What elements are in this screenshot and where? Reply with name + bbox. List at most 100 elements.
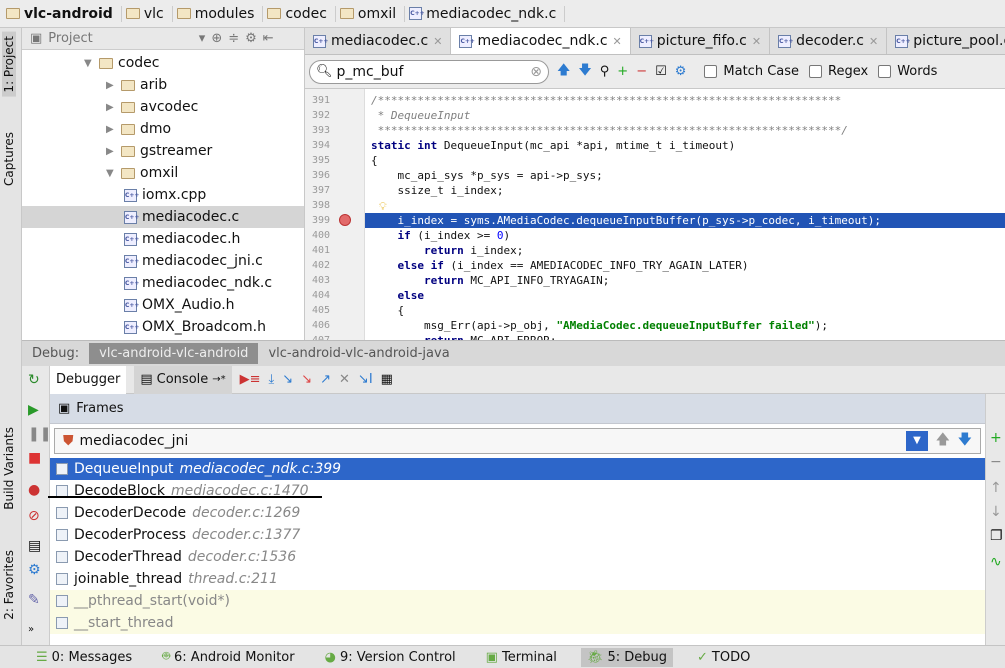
settings-icon[interactable]: ⚙ [675,64,687,79]
tab-console[interactable]: ▤ Console →* [134,365,232,394]
project-title[interactable]: Project [48,31,92,46]
checkbox[interactable] [704,65,718,78]
up-icon[interactable]: ↑ [990,480,1002,496]
code-line[interactable]: { [365,303,1005,318]
collapsed-arrow-icon[interactable]: ▶ [106,102,116,113]
frame-row[interactable]: DequeueInput mediacodec_ndk.c:399 [50,458,985,480]
breadcrumb-item[interactable]: codec [267,5,336,22]
debug-config-tab[interactable]: vlc-android-vlc-android [89,343,259,364]
step-into-icon[interactable]: ↘ [282,372,293,387]
step-out-icon[interactable]: ↗ [320,372,331,387]
next-occurrence-icon[interactable]: 🡇 [578,61,591,83]
run-to-cursor-icon[interactable]: ↘I [358,372,373,387]
code-line[interactable]: if (i_index >= 0) [365,228,1005,243]
copy-icon[interactable]: ❐ [990,528,1003,544]
tree-item[interactable]: ▼ codec [22,52,304,74]
resume-icon[interactable]: ▶ [28,402,39,418]
breadcrumb-item[interactable]: vlc [125,5,173,22]
evaluate-expression-icon[interactable]: ▦ [381,372,393,387]
editor-tab[interactable]: C++ decoder.c ✕ [770,28,888,54]
tree-item[interactable]: ▶ avcodec [22,96,304,118]
next-frame-icon[interactable]: 🡇 [958,429,972,453]
breakpoint-icon[interactable] [339,214,351,226]
editor-tab[interactable]: C++ picture_fifo.c ✕ [631,28,771,54]
code-line[interactable]: else if (i_index == AMEDIACODEC_INFO_TRY… [365,258,1005,273]
pause-icon[interactable]: ❚❚ [28,426,51,442]
close-icon[interactable]: ✕ [433,35,442,48]
tool-window-button[interactable]: 🤖︎ 6: Android Monitor [156,646,300,668]
clear-icon[interactable]: ⊗ [530,64,542,80]
drop-frame-icon[interactable]: ✕ [339,372,350,387]
tree-item[interactable]: ▶ gstreamer [22,140,304,162]
line-gutter[interactable]: 391 392 393 394 395 396 397 398 399 400 401 402 403 4… [305,89,365,340]
frame-row[interactable]: __pthread_start(void*) [50,590,985,612]
tree-item[interactable]: C++ mediacodec_ndk.c [22,272,304,294]
code-line[interactable]: static int DequeueInput(mc_api *api, mti… [365,138,1005,153]
debug-config-tab[interactable]: vlc-android-vlc-android-java [258,343,459,364]
previous-occurrence-icon[interactable]: 🡅 [557,61,570,83]
collapsed-arrow-icon[interactable]: ▶ [106,146,116,157]
find-option-checkbox[interactable]: Words [878,64,937,79]
more-icon[interactable]: » [28,624,34,635]
remove-icon[interactable]: − [990,454,1002,470]
code-line[interactable]: return MC_API_ERROR; [365,333,1005,340]
tool-tab-build-variants[interactable]: Build Variants [2,423,16,514]
down-icon[interactable]: ↓ [990,504,1002,520]
breadcrumb-item[interactable]: modules [176,5,264,22]
code-line[interactable]: return MC_API_INFO_TRYAGAIN; [365,273,1005,288]
stop-icon[interactable]: ■ [28,450,41,466]
code-line[interactable]: mc_api_sys *p_sys = api->p_sys; [365,168,1005,183]
collapsed-arrow-icon[interactable]: ▶ [106,124,116,135]
settings-icon[interactable]: ⚙ [28,562,41,578]
code-line[interactable]: * DequeueInput [365,108,1005,123]
code-editor[interactable]: 391 392 393 394 395 396 397 398 399 400 401 402 403 4… [305,89,1005,340]
collapse-all-icon[interactable]: ≑ [228,31,239,46]
frame-row[interactable]: __start_thread [50,612,985,634]
code-line[interactable]: ssize_t i_index; [365,183,1005,198]
remove-occurrence-icon[interactable]: − [636,64,647,79]
code-line[interactable]: msg_Err(api->p_obj, "AMediaCodec.dequeue… [365,318,1005,333]
frame-row[interactable]: joinable_thread thread.c:211 [50,568,985,590]
tool-tab-captures[interactable]: Captures [2,128,16,190]
tree-item[interactable]: C++ OMX_Audio.h [22,294,304,316]
breadcrumb-item[interactable]: vlc-android [6,5,122,22]
add-occurrence-icon[interactable]: + [617,64,628,79]
tab-debugger[interactable]: Debugger [50,365,127,394]
watches-icon[interactable]: ∿ [990,554,1002,570]
editor-tab[interactable]: C++ picture_pool.c [887,28,1005,54]
show-execution-point-icon[interactable]: ▶≡ [240,372,261,387]
tree-item[interactable]: C++ OMX_Broadcom.h [22,316,304,338]
select-all-occurrences-icon[interactable]: ☑ [655,64,667,79]
code-line[interactable]: i_index = syms.AMediaCodec.dequeueInputB… [365,213,1005,228]
tree-item[interactable]: ▶ dmo [22,118,304,140]
checkbox[interactable] [809,65,823,78]
scroll-from-source-icon[interactable]: ⊕ [211,31,222,46]
collapsed-arrow-icon[interactable]: ▶ [106,80,116,91]
tool-window-button[interactable]: ☰ 0: Messages [30,648,138,667]
tool-window-button[interactable]: 🐞︎ 5: Debug [580,647,673,667]
frame-row[interactable]: DecoderDecode decoder.c:1269 [50,502,985,524]
restore-layout-icon[interactable]: ▤ [28,538,41,554]
frame-row[interactable]: DecoderThread decoder.c:1536 [50,546,985,568]
thread-selector[interactable]: ⛊ mediacodec_jni ▼ 🡅 🡇 [54,428,981,454]
code-line[interactable]: /***************************************… [365,93,1005,108]
frame-row[interactable]: DecodeBlock mediacodec.c:1470 [50,480,985,502]
step-over-icon[interactable]: ⤓ [269,372,275,387]
close-icon[interactable]: ✕ [869,35,878,48]
tool-tab-project[interactable]: 1: Project [2,32,16,97]
close-icon[interactable]: ✕ [613,35,622,48]
code-line[interactable]: ****************************************… [365,123,1005,138]
code-line[interactable]: { [365,153,1005,168]
tree-item[interactable]: C++ mediacodec.c [22,206,304,228]
chevron-down-icon[interactable]: ▼ [906,431,928,451]
tree-item[interactable]: ▼ omxil [22,162,304,184]
close-icon[interactable]: ✕ [752,35,761,48]
expanded-arrow-icon[interactable]: ▼ [106,168,116,179]
pin-icon[interactable]: ✎ [28,592,40,608]
frame-row[interactable]: DecoderProcess decoder.c:1377 [50,524,985,546]
code-line[interactable]: return i_index; [365,243,1005,258]
search-input[interactable]: 🔍︎ p_mc_buf ⊗ [309,59,549,84]
force-step-into-icon[interactable]: ↘ [301,372,312,387]
breadcrumb-item[interactable]: C++ mediacodec_ndk.c [409,5,566,22]
tree-item[interactable]: ▶ arib [22,74,304,96]
